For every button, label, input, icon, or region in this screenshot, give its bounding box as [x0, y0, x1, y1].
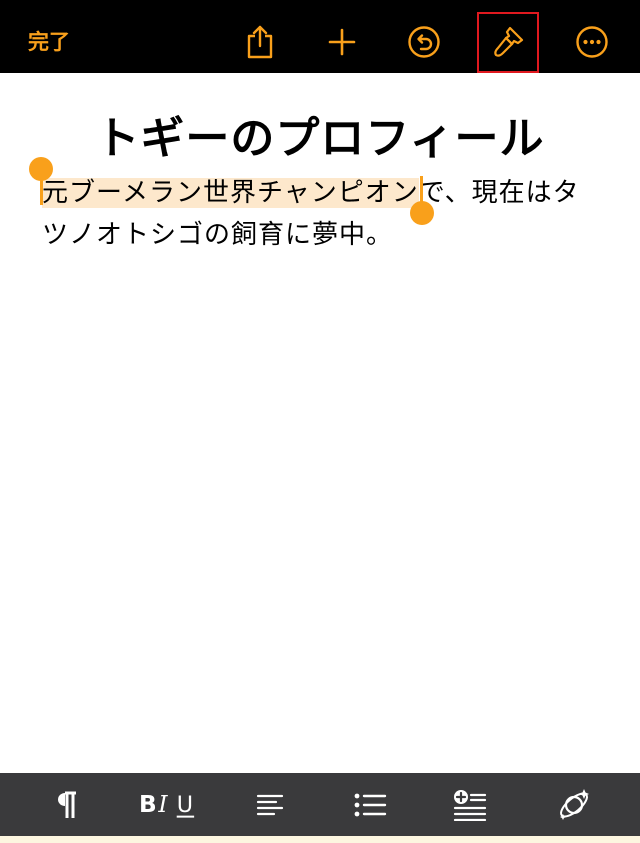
bold-italic-underline-icon: B I U	[139, 791, 195, 818]
writing-tools-button[interactable]	[544, 781, 604, 829]
list-button[interactable]	[340, 781, 400, 829]
paintbrush-icon	[494, 26, 524, 57]
add-icon	[328, 28, 356, 56]
document-body[interactable]: 元ブーメラン世界チャンピオンで、現在はタツノオトシゴの飼育に夢中。	[42, 172, 602, 256]
format-paintbrush-button[interactable]	[488, 20, 528, 64]
svg-text:I: I	[157, 791, 168, 818]
document-title[interactable]: トギーのプロフィール	[0, 102, 640, 166]
selected-text[interactable]: 元ブーメラン世界チャンピオン	[42, 178, 419, 208]
insert-icon	[453, 790, 487, 821]
selection-start-caret	[40, 175, 43, 205]
format-bar: B I U	[0, 773, 640, 836]
selection-end-handle[interactable]	[410, 201, 434, 225]
insert-button[interactable]	[440, 781, 500, 829]
share-icon	[247, 25, 273, 59]
ai-writing-icon	[560, 789, 589, 820]
text-style-button[interactable]: B I U	[138, 781, 198, 829]
add-button[interactable]	[322, 20, 362, 64]
align-left-icon	[256, 794, 284, 816]
svg-text:U: U	[177, 792, 193, 818]
undo-button[interactable]	[404, 20, 444, 64]
share-button[interactable]	[240, 20, 280, 64]
bullet-list-icon	[354, 793, 387, 817]
keyboard-edge-strip	[0, 836, 640, 843]
top-toolbar: 完了	[0, 0, 640, 73]
svg-text:B: B	[139, 791, 157, 818]
app-window: 完了 トギーのプロフィール 元ブーメラン世界チャンピオンで、現在はタツノオトシゴ…	[0, 0, 640, 843]
more-icon	[576, 26, 608, 58]
undo-icon	[408, 26, 440, 58]
paragraph-style-button[interactable]	[36, 781, 96, 829]
done-button[interactable]: 完了	[28, 26, 70, 58]
paragraph-icon	[58, 791, 76, 818]
alignment-button[interactable]	[240, 781, 300, 829]
more-button[interactable]	[572, 20, 612, 64]
